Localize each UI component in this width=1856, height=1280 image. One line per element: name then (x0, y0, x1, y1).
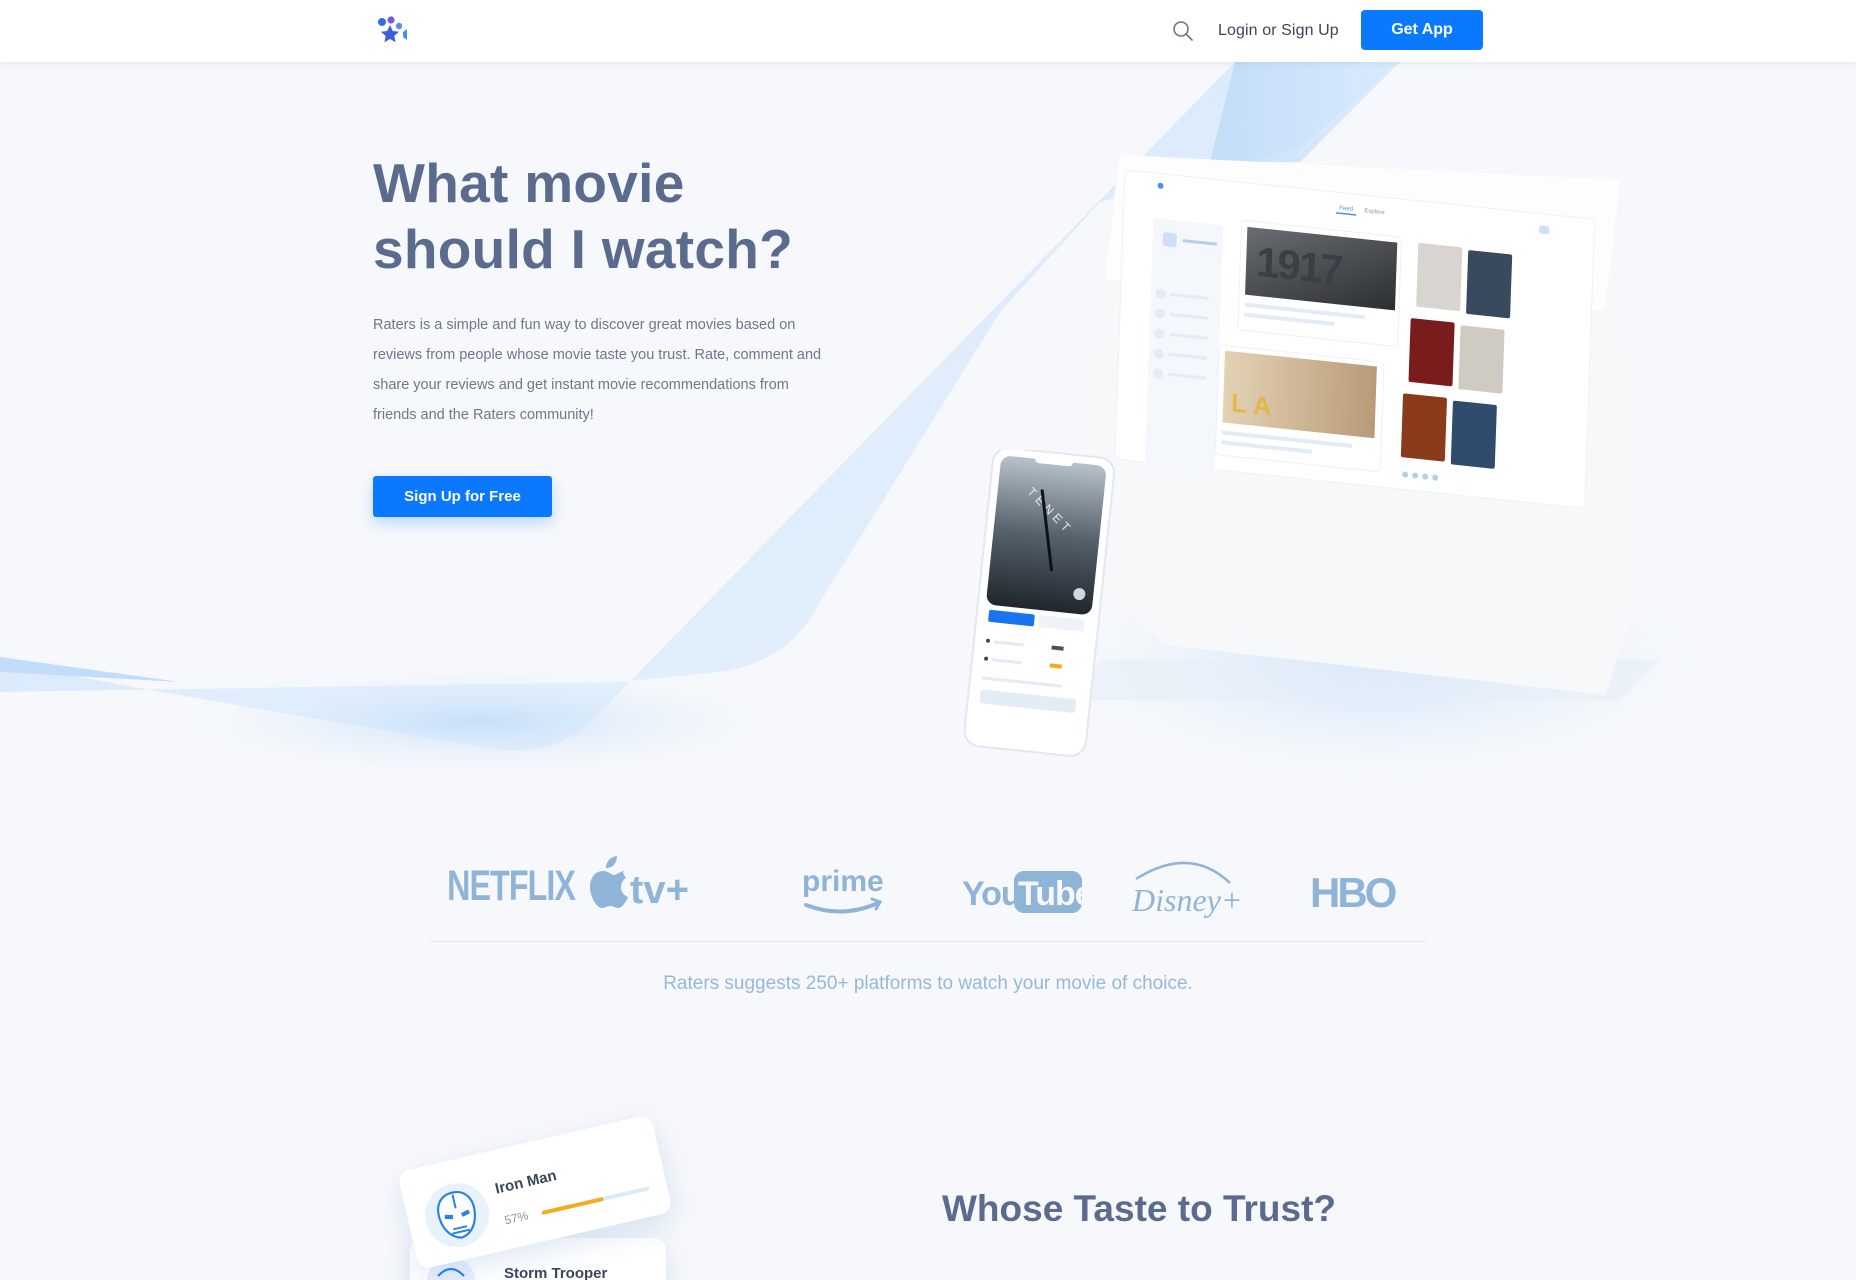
apple-tv-plus-logo: tv+ (590, 856, 689, 912)
login-signup-link[interactable]: Login or Sign Up (1218, 19, 1339, 43)
platform-logos: NETFLIX tv+ prime You Tube Disney+ HBO (447, 856, 1399, 918)
prime-video-logo: prime (802, 865, 884, 914)
svg-text:L A: L A (1231, 387, 1273, 421)
rater-name: Storm Trooper (504, 1265, 608, 1280)
disney-plus-logo: Disney+ (1131, 861, 1242, 918)
match-progress-fill (541, 1196, 604, 1215)
hero-title-line1: What movie (373, 152, 685, 214)
svg-text:Tube: Tube (1018, 875, 1093, 913)
search-icon[interactable] (1172, 20, 1194, 42)
hbo-logo: HBO (1310, 869, 1396, 916)
rater-name: Iron Man (493, 1167, 559, 1198)
svg-text:prime: prime (802, 865, 884, 898)
svg-text:Disney+: Disney+ (1131, 882, 1242, 918)
get-app-button[interactable]: Get App (1361, 10, 1483, 50)
hero-description: Raters is a simple and fun way to discov… (373, 317, 822, 423)
svg-text:You: You (962, 875, 1021, 913)
raters-logo[interactable] (376, 16, 410, 46)
platforms-caption: Raters suggests 250+ platforms to watch … (663, 973, 1193, 994)
hero-title-line2: should I watch? (373, 218, 794, 280)
signup-free-button[interactable]: Sign Up for Free (373, 476, 552, 517)
netflix-logo: NETFLIX (447, 862, 576, 909)
top-nav: Login or Sign Up Get App (0, 0, 1856, 62)
iron-man-avatar (425, 1183, 490, 1248)
match-progress-track (541, 1186, 650, 1215)
laptop-screen: Feed Explore 1917 L A (1114, 170, 1596, 509)
phone-mockup: TENET (963, 450, 1116, 757)
apple-icon (590, 856, 628, 908)
youtube-logo: You Tube (962, 871, 1094, 913)
rater-match-percent: 57% (503, 1208, 530, 1228)
platforms-divider (430, 941, 1426, 942)
svg-text:tv+: tv+ (630, 868, 689, 912)
hero-title: What movie should I watch? (373, 150, 893, 282)
laptop-mockup: Feed Explore 1917 L A (1060, 155, 1660, 700)
poster-1917-title: 1917 (1255, 238, 1343, 294)
section-title-whose-taste: Whose Taste to Trust? (942, 1188, 1337, 1229)
